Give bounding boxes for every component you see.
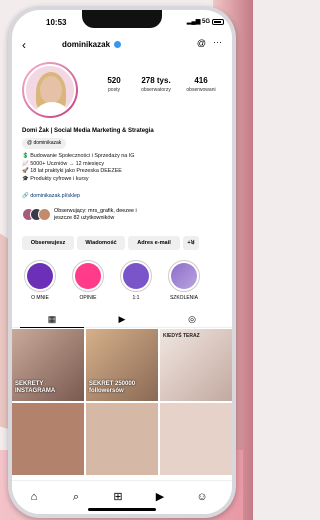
stat-following-label: obserwowani	[186, 87, 216, 93]
stat-followers-label: obserwatorzy	[141, 87, 171, 93]
profile-icon[interactable]: ☺	[194, 489, 210, 505]
profile-tabs: ▦ ▶ ◎	[12, 312, 232, 328]
stat-following[interactable]: 416 obserwowani	[180, 76, 222, 93]
create-post-icon[interactable]: ⊞	[110, 489, 126, 505]
post-thumbnail[interactable]: SEKRETY INSTAGRAMA	[12, 329, 84, 401]
avatar-face	[40, 76, 62, 104]
highlight-opinions[interactable]: OPINIE	[70, 260, 106, 301]
followed-by[interactable]: Obserwujący: mrs_grafik, deezee i jeszcz…	[22, 206, 222, 226]
home-icon[interactable]: ⌂	[26, 489, 42, 505]
threads-badge[interactable]: @ dominikazak	[22, 138, 67, 149]
highlight-about[interactable]: O MNIE	[22, 260, 58, 301]
highlight-cover	[171, 263, 197, 289]
post-thumbnail[interactable]	[160, 403, 232, 475]
more-options-icon[interactable]: ···	[213, 37, 222, 47]
network-indicator: ▂▄▆ 5G	[186, 19, 210, 25]
stat-posts-label: posty	[108, 87, 120, 93]
highlight-cover	[123, 263, 149, 289]
stat-followers[interactable]: 278 tys. obserwatorzy	[134, 76, 178, 93]
profile-name: Domi Żak | Social Media Marketing & Stra…	[22, 128, 154, 134]
post-grid: SEKRETY INSTAGRAMA SEKRET 250000 followe…	[12, 329, 232, 479]
highlight-label: O MNIE	[31, 295, 49, 301]
reels-tab-icon[interactable]: ▶	[117, 314, 127, 324]
grid-tab-icon[interactable]: ▦	[47, 314, 57, 324]
status-bar: 10:53 ▂▄▆ 5G	[12, 16, 232, 30]
profile-header: 520 posty 278 tys. obserwatorzy 416 obse…	[22, 62, 222, 122]
bio-line: 🎓 Produkty cyfrowe i kursy	[22, 175, 89, 182]
bio-line: 💲 Budowanie Społeczności i Sprzedaży na …	[22, 153, 135, 159]
threads-handle: dominikazak	[33, 140, 62, 146]
post-thumbnail[interactable]	[86, 403, 158, 475]
follower-avatars	[22, 208, 51, 222]
bio-link-text: dominikazak.pl/sklep	[30, 193, 80, 199]
highlight-label: 1:1	[132, 295, 140, 301]
highlight-1on1[interactable]: 1:1	[118, 260, 154, 301]
message-button[interactable]: Wiadomość	[77, 236, 125, 250]
profile-username: dominikazak	[62, 40, 122, 49]
search-icon[interactable]: ⌕	[68, 489, 84, 505]
screen: 10:53 ▂▄▆ 5G ‹ dominikazak @ ··· 520 pos…	[12, 10, 232, 514]
highlight-ring	[72, 260, 104, 292]
followed-by-line: jeszcze 82 użytkowników	[54, 215, 115, 221]
story-highlights: O MNIE OPINIE 1:1 SZKOLENIA	[22, 260, 222, 310]
post-thumbnail[interactable]: KIEDYŚ TERAZ	[160, 329, 232, 401]
highlight-ring	[168, 260, 200, 292]
add-person-button[interactable]: +ꓤ	[183, 236, 199, 250]
highlight-trainings[interactable]: SZKOLENIA	[166, 260, 202, 301]
reels-icon[interactable]: ▶	[152, 489, 168, 505]
highlight-cover	[75, 263, 101, 289]
followed-by-line: Obserwujący: mrs_grafik, deezee i	[54, 208, 137, 214]
stat-posts-value: 520	[107, 76, 121, 85]
avatar[interactable]	[22, 62, 78, 118]
followed-by-text: Obserwujący: mrs_grafik, deezee i jeszcz…	[54, 208, 137, 222]
bio: 💲 Budowanie Społeczności i Sprzedaży na …	[22, 153, 222, 183]
battery-icon	[212, 19, 224, 25]
username-text: dominikazak	[62, 40, 111, 49]
post-caption: KIEDYŚ TERAZ	[163, 333, 200, 339]
stat-followers-value: 278 tys.	[141, 76, 171, 85]
back-arrow-icon[interactable]: ‹	[22, 38, 26, 52]
threads-icon[interactable]: @	[197, 38, 206, 48]
verified-badge-icon	[114, 41, 122, 49]
active-tab-indicator	[20, 327, 84, 328]
bio-line: 📈 5000+ Uczniów → 12 miesięcy	[22, 160, 105, 167]
network-label: 5G	[201, 19, 210, 25]
action-buttons: Obserwujesz Wiadomość Adres e-mail +ꓤ	[22, 236, 222, 250]
email-button[interactable]: Adres e-mail	[128, 236, 180, 250]
bio-link[interactable]: 🔗 dominikazak.pl/sklep	[22, 193, 80, 199]
highlight-ring	[120, 260, 152, 292]
home-indicator	[88, 508, 156, 511]
highlight-label: OPINIE	[79, 295, 97, 301]
tagged-tab-icon[interactable]: ◎	[187, 314, 197, 324]
following-button[interactable]: Obserwujesz	[22, 236, 74, 250]
highlight-cover	[27, 263, 53, 289]
post-thumbnail[interactable]	[12, 403, 84, 475]
highlight-ring	[24, 260, 56, 292]
bio-line: 🚀 18 lat praktyki jako Prezeska DEEZEE	[22, 168, 122, 174]
highlight-label: SZKOLENIA	[169, 295, 199, 301]
post-caption: SEKRET 250000 followersów	[89, 381, 136, 394]
stat-following-value: 416	[194, 76, 208, 85]
bottom-nav: ⌂ ⌕ ⊞ ▶ ☺	[12, 480, 232, 514]
avatar-photo	[24, 64, 76, 116]
stat-posts[interactable]: 520 posty	[94, 76, 134, 93]
top-bar: ‹ dominikazak @ ···	[12, 36, 232, 56]
post-thumbnail[interactable]: SEKRET 250000 followersów	[86, 329, 158, 401]
phone-frame: 10:53 ▂▄▆ 5G ‹ dominikazak @ ··· 520 pos…	[8, 6, 236, 518]
post-caption: SEKRETY INSTAGRAMA	[15, 381, 56, 394]
mini-avatar	[38, 208, 51, 221]
status-time: 10:53	[46, 18, 67, 27]
